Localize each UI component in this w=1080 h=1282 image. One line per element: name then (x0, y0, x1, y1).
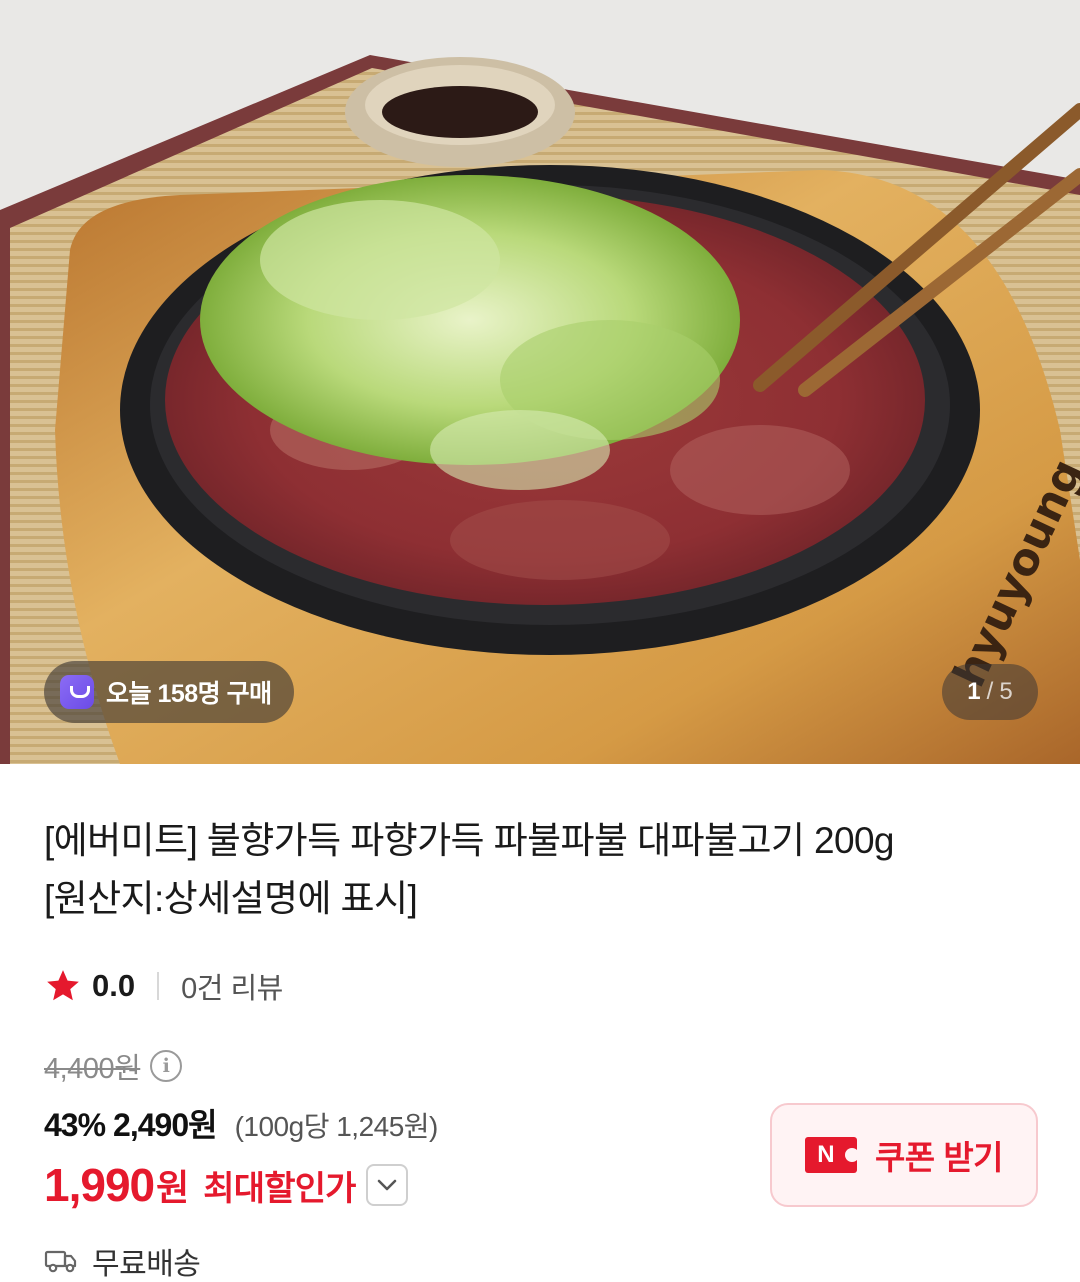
get-coupon-button[interactable]: N 쿠폰 받기 (770, 1103, 1038, 1207)
shipping-row: 무료배송 (44, 1240, 201, 1282)
product-title-line2: [원산지:상세설명에 표시] (44, 878, 418, 919)
image-page-indicator: 1 / 5 (942, 664, 1038, 720)
shopping-bag-icon (60, 675, 94, 709)
page-total: 5 (999, 678, 1013, 705)
product-image[interactable]: hyuyoung 오늘 158명 구매 1 / 5 (0, 0, 1080, 764)
product-title-line1: [에버미트] 불향가득 파향가득 파불파불 대파불고기 200g (44, 820, 895, 861)
max-discount-label: 최대할인가 (203, 1169, 356, 1208)
page-separator: / (986, 678, 994, 705)
max-discount-price: 1,990 (44, 1159, 155, 1211)
star-icon (47, 970, 79, 1001)
max-discount-currency: 원 (156, 1167, 190, 1208)
page-current: 1 (967, 678, 981, 705)
truck-icon (44, 1250, 77, 1273)
info-icon[interactable]: i (150, 1050, 183, 1082)
today-purchase-badge: 오늘 158명 구매 (44, 661, 294, 723)
sale-price-row: 43% 2,490원 (100g당 1,245원) (44, 1100, 438, 1146)
original-price-row: 4,400원 i (44, 1044, 183, 1088)
free-shipping-label: 무료배송 (92, 1248, 201, 1281)
original-price: 4,400원 (44, 1053, 141, 1085)
today-purchase-text: 오늘 158명 구매 (106, 680, 272, 708)
max-discount-row: 1,990 원 최대할인가 (44, 1152, 408, 1218)
chevron-down-icon[interactable] (365, 1164, 408, 1206)
unit-price: (100g당 1,245원) (234, 1111, 439, 1142)
rating-score: 0.0 (92, 968, 136, 1003)
product-photo: hyuyoung (0, 0, 1080, 764)
sale-price: 2,490원 (113, 1107, 218, 1143)
rating-row[interactable]: 0.0 0건 리뷰 (44, 964, 283, 1008)
discount-rate: 43% (44, 1107, 106, 1143)
review-count-link[interactable]: 0건 리뷰 (181, 965, 283, 1007)
product-title: [에버미트] 불향가득 파향가득 파불파불 대파불고기 200g [원산지:상세… (44, 812, 1034, 928)
n-coupon-icon: N (804, 1137, 859, 1173)
get-coupon-label: 쿠폰 받기 (874, 1139, 1004, 1176)
rating-divider (157, 972, 160, 1000)
